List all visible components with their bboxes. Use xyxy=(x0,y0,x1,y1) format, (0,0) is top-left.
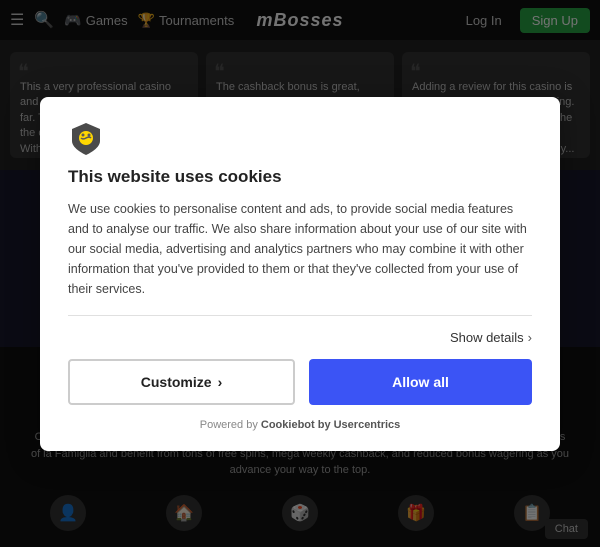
chevron-right-icon: › xyxy=(528,330,532,345)
chevron-customize-icon: › xyxy=(218,374,223,390)
customize-button[interactable]: Customize › xyxy=(68,359,295,405)
cookie-dialog: This website uses cookies We use cookies… xyxy=(40,97,560,451)
cookie-overlay: This website uses cookies We use cookies… xyxy=(0,0,600,547)
show-details-button[interactable]: Show details › xyxy=(68,330,532,345)
cookiebot-shield-svg xyxy=(68,121,104,157)
cookie-buttons: Customize › Allow all xyxy=(68,359,532,405)
cookiebot-logo xyxy=(68,121,104,157)
cookiebot-link[interactable]: Cookiebot by Usercentrics xyxy=(261,419,400,431)
cookie-title: This website uses cookies xyxy=(68,167,532,187)
cookie-divider xyxy=(68,315,532,316)
cookie-powered-by: Powered by Cookiebot by Usercentrics xyxy=(68,419,532,431)
allow-all-button[interactable]: Allow all xyxy=(309,359,532,405)
cookie-body: We use cookies to personalise content an… xyxy=(68,199,532,299)
